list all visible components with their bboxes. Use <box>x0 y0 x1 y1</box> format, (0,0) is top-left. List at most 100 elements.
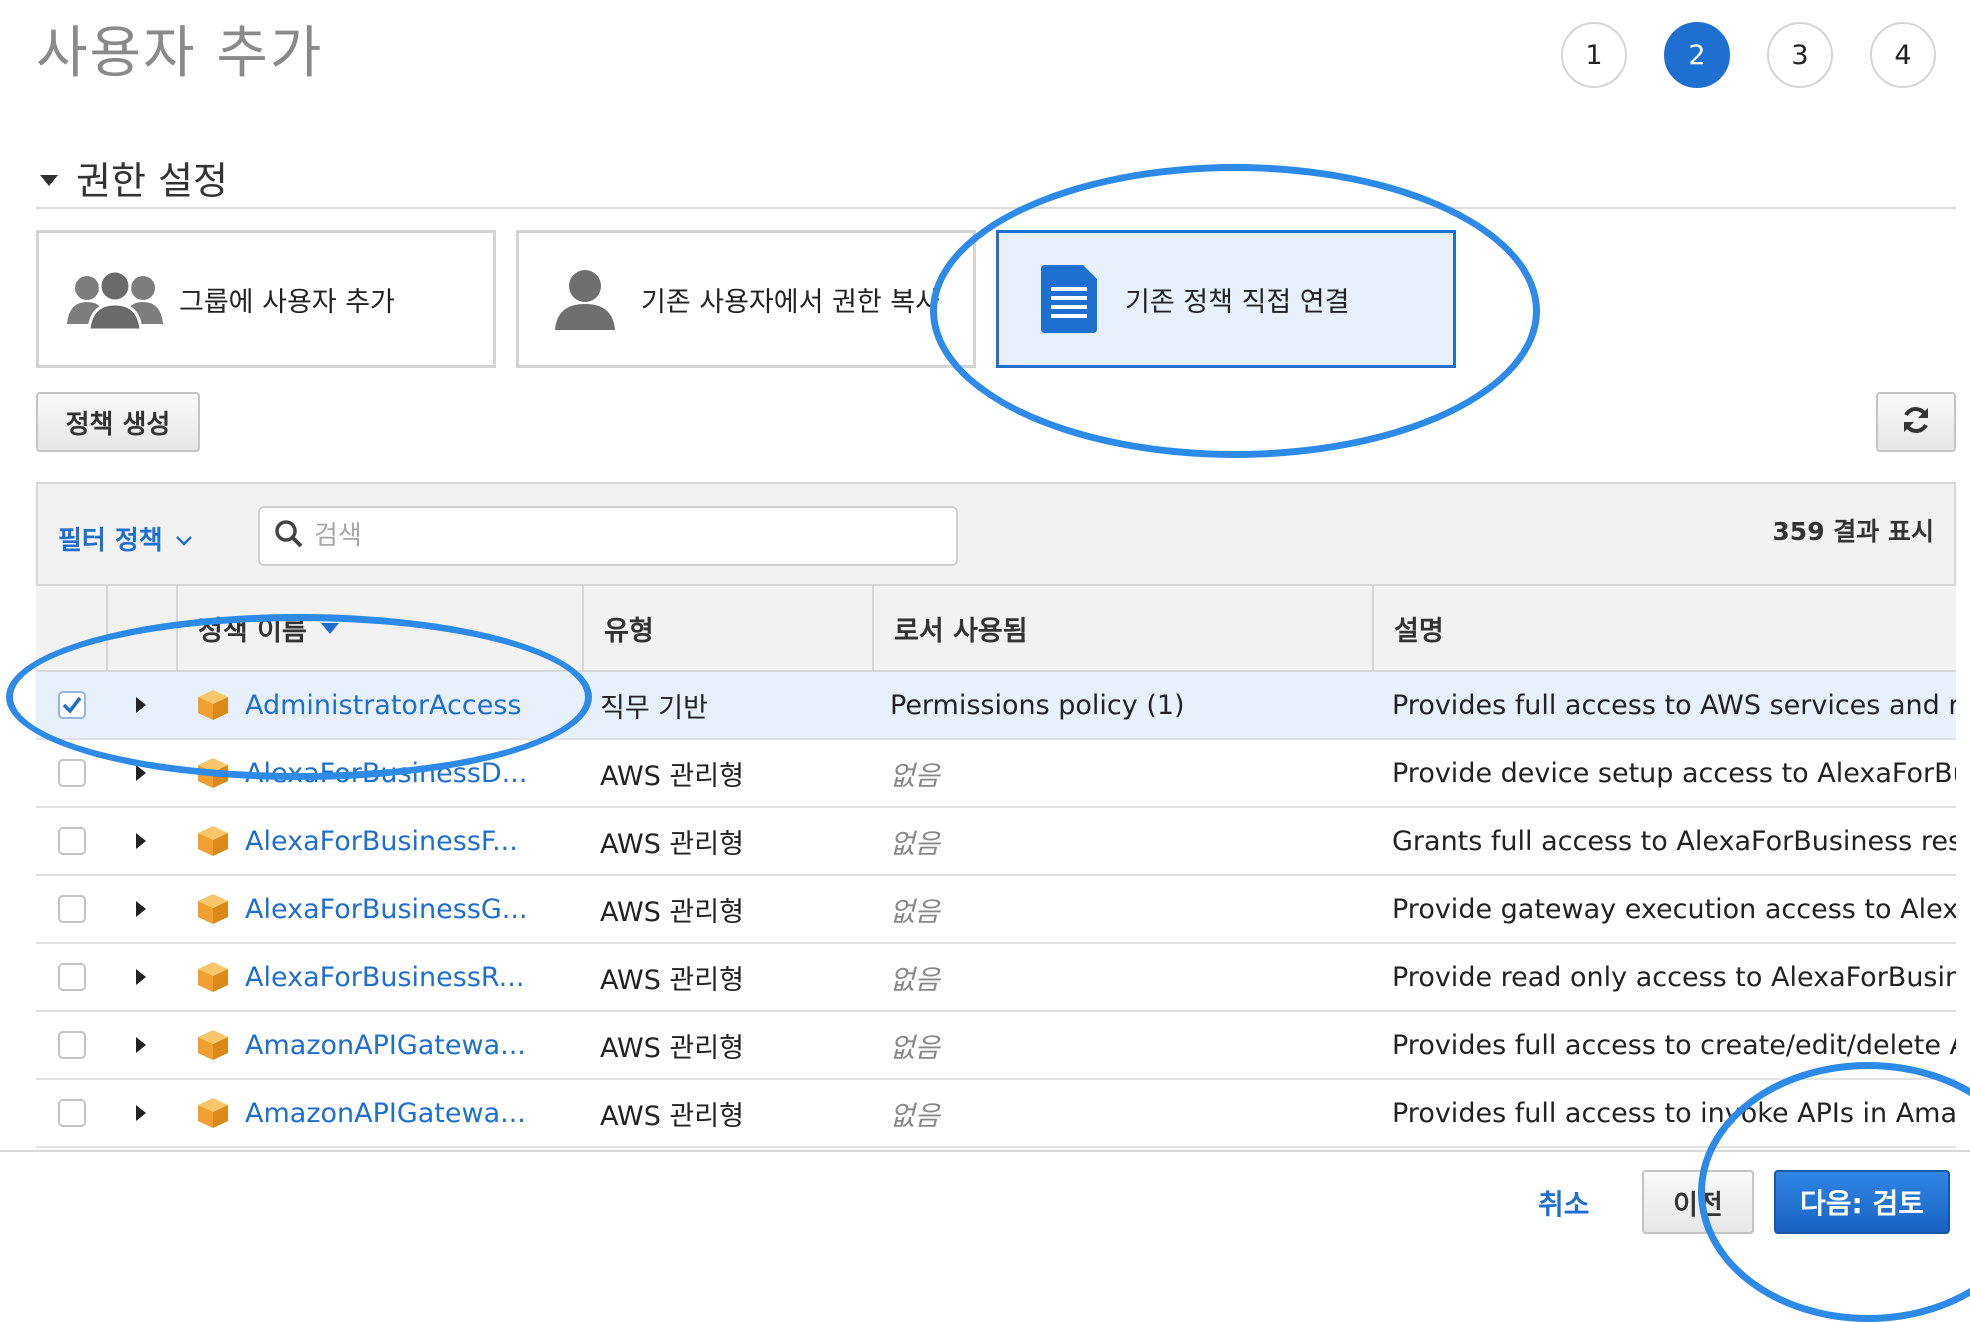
search-input[interactable] <box>312 520 916 552</box>
expand-row-toggle[interactable] <box>136 672 146 738</box>
row-checkbox[interactable] <box>58 876 86 942</box>
checkbox[interactable] <box>58 1031 86 1059</box>
policy-used-as: 없음 <box>890 964 940 996</box>
caret-right-icon <box>136 1037 146 1053</box>
policy-icon <box>196 876 230 942</box>
caret-right-icon <box>136 901 146 917</box>
policy-table: 필터 정책 359 결과 표시 정책 이름 유형 로서 사용됨 설명 Admin… <box>36 482 1956 1152</box>
caret-down-icon <box>40 175 58 186</box>
policy-type: AWS 관리형 <box>600 828 744 860</box>
expand-row-toggle[interactable] <box>136 1080 146 1146</box>
caret-right-icon <box>136 969 146 985</box>
policy-name-link[interactable]: AlexaForBusinessG... <box>245 876 528 942</box>
policy-used-as: 없음 <box>890 1032 940 1064</box>
caret-right-icon <box>136 833 146 849</box>
row-checkbox[interactable] <box>58 740 86 806</box>
row-checkbox[interactable] <box>58 672 86 738</box>
results-count: 359 결과 표시 <box>1772 517 1934 546</box>
column-header-policy-name[interactable]: 정책 이름 <box>176 586 582 670</box>
column-header-type[interactable]: 유형 <box>582 586 872 670</box>
column-header-description[interactable]: 설명 <box>1372 586 1956 670</box>
checkbox[interactable] <box>58 759 86 787</box>
caret-right-icon <box>136 1105 146 1121</box>
policy-type: 직무 기반 <box>600 692 708 724</box>
step-indicator: 1 2 3 4 <box>1561 22 1936 88</box>
policy-description: Provide read only access to AlexaForBusi… <box>1392 961 1956 993</box>
policy-name-link[interactable]: AlexaForBusinessD... <box>245 740 527 806</box>
policy-name-link[interactable]: AlexaForBusinessF... <box>245 808 518 874</box>
option-attach-policies[interactable]: 기존 정책 직접 연결 <box>996 230 1456 368</box>
option-add-to-group[interactable]: 그룹에 사용자 추가 <box>36 230 496 368</box>
group-icon <box>65 268 165 330</box>
checkbox[interactable] <box>58 963 86 991</box>
cancel-link[interactable]: 취소 <box>1538 1183 1590 1223</box>
caret-right-icon <box>136 765 146 781</box>
checkbox[interactable] <box>58 827 86 855</box>
chevron-down-icon <box>175 524 193 554</box>
policy-type: AWS 관리형 <box>600 1032 744 1064</box>
policy-icon <box>196 740 230 806</box>
table-row[interactable]: AlexaForBusinessD... AWS 관리형 없음 Provide dev… <box>36 740 1956 808</box>
policy-icon <box>196 944 230 1010</box>
policy-description: Provides full access to invoke APIs in A… <box>1392 1097 1956 1129</box>
header-checkbox-col <box>36 586 106 670</box>
table-row[interactable]: AlexaForBusinessF... AWS 관리형 없음 Grants full… <box>36 808 1956 876</box>
policy-type: AWS 관리형 <box>600 964 744 996</box>
option-label: 기존 정책 직접 연결 <box>1125 286 1350 318</box>
divider <box>36 207 1956 209</box>
policy-description: Provides full access to AWS services and… <box>1392 689 1956 721</box>
policy-used-as: Permissions policy (1) <box>890 689 1185 721</box>
user-icon <box>553 268 617 330</box>
checkbox[interactable] <box>58 1099 86 1127</box>
refresh-button[interactable] <box>1876 392 1956 452</box>
filter-label: 필터 정책 <box>58 526 163 556</box>
policy-name-link[interactable]: AdministratorAccess <box>245 672 522 738</box>
step-4: 4 <box>1870 22 1936 88</box>
expand-row-toggle[interactable] <box>136 1012 146 1078</box>
checkmark-icon <box>62 696 82 714</box>
policy-name-link[interactable]: AlexaForBusinessR... <box>245 944 524 1010</box>
table-row[interactable]: AlexaForBusinessG... AWS 관리형 없음 Provide gat… <box>36 876 1956 944</box>
step-1: 1 <box>1561 22 1627 88</box>
row-checkbox[interactable] <box>58 944 86 1010</box>
table-row[interactable]: AmazonAPIGatewa... AWS 관리형 없음 Provides full… <box>36 1012 1956 1080</box>
policy-description: Provide device setup access to AlexaForB… <box>1392 757 1956 789</box>
table-row[interactable]: AlexaForBusinessR... AWS 관리형 없음 Provide rea… <box>36 944 1956 1012</box>
policy-name-link[interactable]: AmazonAPIGatewa... <box>245 1012 526 1078</box>
next-review-button[interactable]: 다음: 검토 <box>1774 1170 1950 1234</box>
checkbox[interactable] <box>58 895 86 923</box>
table-toolbar: 필터 정책 359 결과 표시 <box>36 482 1956 586</box>
row-checkbox[interactable] <box>58 1012 86 1078</box>
option-copy-from-user[interactable]: 기존 사용자에서 권한 복사 <box>516 230 976 368</box>
policy-icon <box>196 808 230 874</box>
permissions-section-toggle[interactable]: 권한 설정 <box>40 150 228 205</box>
policy-used-as: 없음 <box>890 760 940 792</box>
search-icon <box>274 519 304 553</box>
policy-name-link[interactable]: AmazonAPIGatewa... <box>245 1080 526 1146</box>
document-icon <box>1037 265 1099 333</box>
policy-type: AWS 관리형 <box>600 1100 744 1132</box>
expand-row-toggle[interactable] <box>136 740 146 806</box>
refresh-icon <box>1901 405 1931 439</box>
footer-divider <box>0 1150 1970 1152</box>
row-checkbox[interactable] <box>58 1080 86 1146</box>
step-3: 3 <box>1767 22 1833 88</box>
row-checkbox[interactable] <box>58 808 86 874</box>
expand-row-toggle[interactable] <box>136 876 146 942</box>
policy-type: AWS 관리형 <box>600 896 744 928</box>
expand-row-toggle[interactable] <box>136 808 146 874</box>
column-header-used-as[interactable]: 로서 사용됨 <box>872 586 1372 670</box>
section-title: 권한 설정 <box>76 159 228 203</box>
search-box[interactable] <box>258 506 958 566</box>
expand-row-toggle[interactable] <box>136 944 146 1010</box>
table-row[interactable]: AdministratorAccess 직무 기반 Permissions poli… <box>36 672 1956 740</box>
filter-policies-dropdown[interactable]: 필터 정책 <box>58 520 193 557</box>
policy-description: Grants full access to AlexaForBusiness r… <box>1392 825 1956 857</box>
page-title: 사용자 추가 <box>36 21 324 86</box>
step-2-active: 2 <box>1664 22 1730 88</box>
previous-button[interactable]: 이전 <box>1642 1170 1754 1234</box>
policy-icon <box>196 1012 230 1078</box>
table-row[interactable]: AmazonAPIGatewa... AWS 관리형 없음 Provides full… <box>36 1080 1956 1148</box>
checkbox-checked[interactable] <box>58 691 86 719</box>
create-policy-button[interactable]: 정책 생성 <box>36 392 200 452</box>
